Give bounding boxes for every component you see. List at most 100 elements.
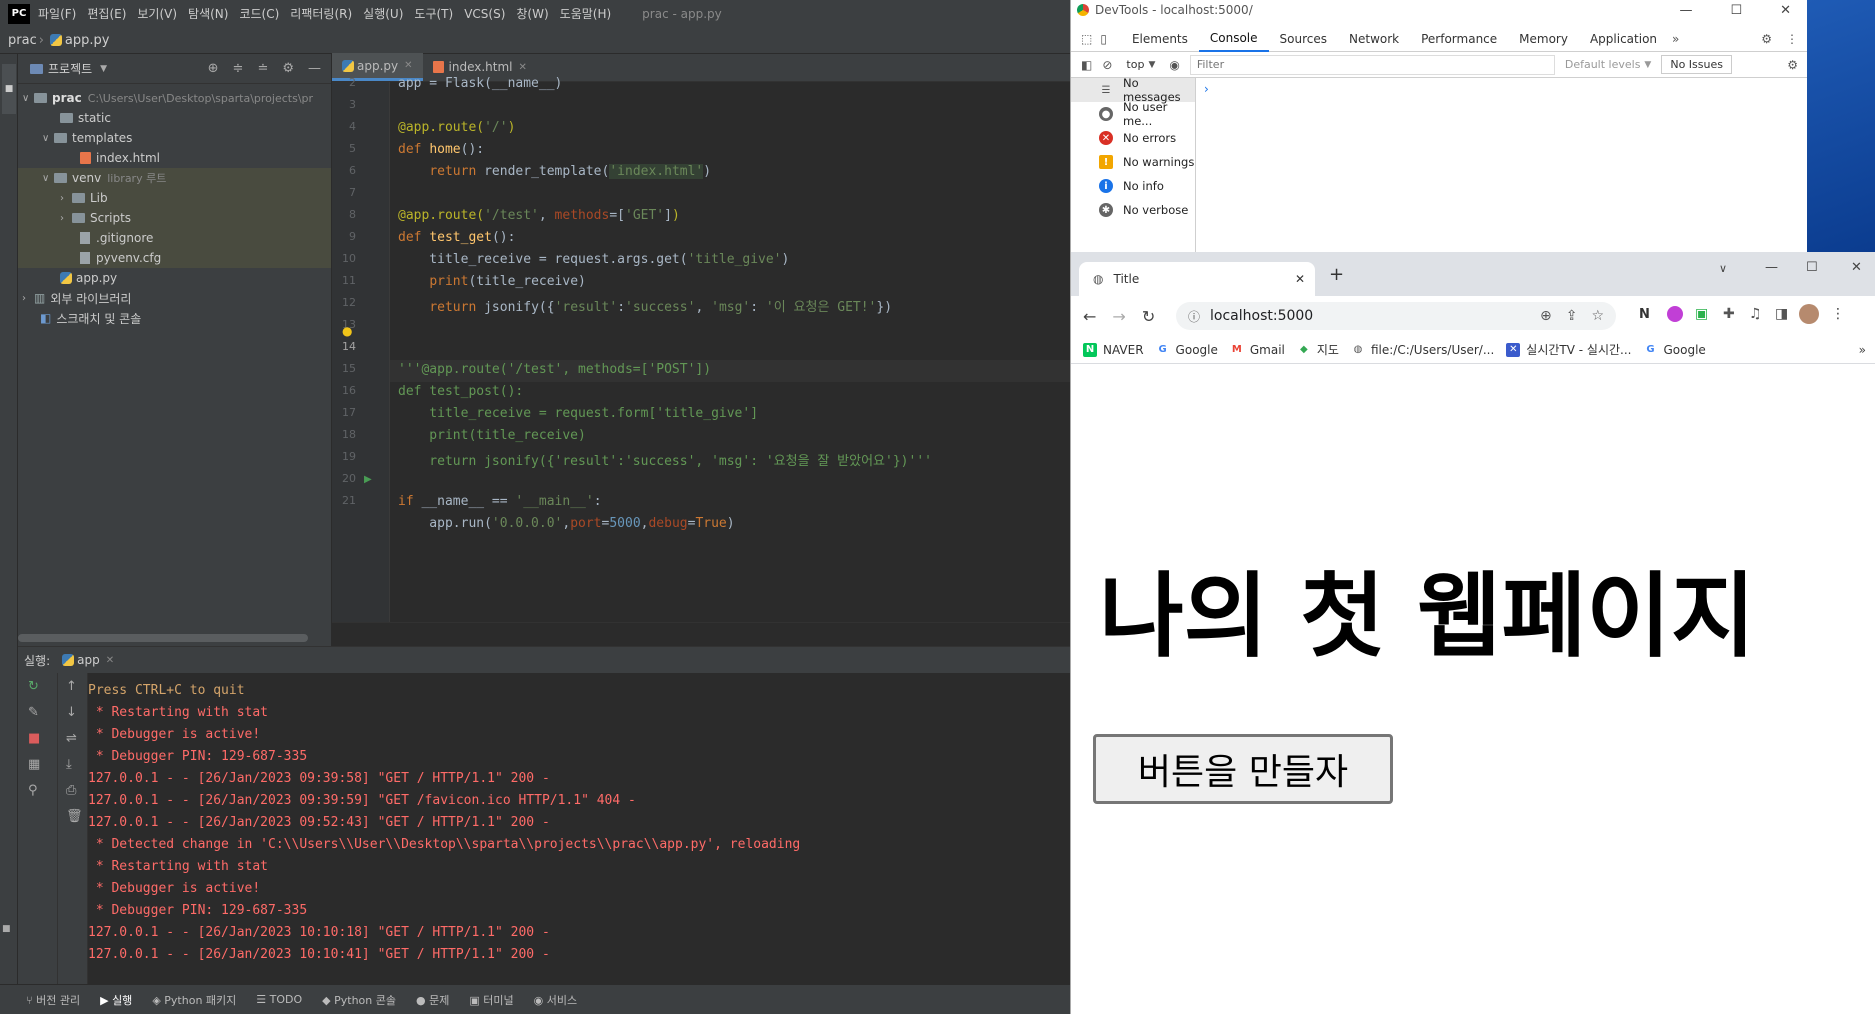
hide-icon[interactable]: — — [308, 61, 321, 76]
tab-elements[interactable]: Elements — [1121, 26, 1199, 52]
back-icon[interactable]: ← — [1083, 307, 1096, 326]
menu-vcs[interactable]: VCS(S) — [464, 7, 505, 21]
menu-tools[interactable]: 도구(T) — [414, 5, 453, 22]
chevron-down-icon[interactable]: ∨ — [1719, 262, 1727, 275]
extension-icon[interactable]: ▣ — [1695, 306, 1708, 322]
chevron-right-icon[interactable]: › — [60, 193, 72, 204]
browser-tab[interactable]: ◍ Title ✕ — [1079, 262, 1315, 296]
project-panel-title[interactable]: 프로젝트 — [48, 60, 92, 77]
todo-tool-button[interactable]: ☰ TODO — [256, 993, 302, 1006]
tree-item-static[interactable]: static — [18, 108, 331, 128]
menu-edit[interactable]: 편집(E) — [87, 5, 126, 22]
levels-select[interactable]: Default levels — [1565, 58, 1641, 71]
menu-run[interactable]: 실행(U) — [363, 5, 403, 22]
close-icon[interactable]: ✕ — [1780, 3, 1791, 18]
menu-file[interactable]: 파일(F) — [38, 5, 76, 22]
more-bookmarks-icon[interactable]: » — [1859, 343, 1866, 357]
extension-icon[interactable] — [1667, 306, 1683, 322]
tab-performance[interactable]: Performance — [1410, 26, 1508, 52]
device-toolbar-icon[interactable]: ▯ — [1100, 32, 1107, 46]
bookmark-file[interactable]: ◍ file:/C:/Users/User/... — [1350, 342, 1494, 357]
menu-help[interactable]: 도움말(H) — [560, 5, 612, 22]
share-icon[interactable]: ⇪ — [1566, 308, 1578, 324]
zoom-icon[interactable]: ⊕ — [1540, 308, 1552, 324]
minimize-icon[interactable]: — — [1765, 260, 1778, 275]
avatar[interactable] — [1799, 304, 1819, 324]
chevron-down-icon[interactable]: ▼ — [1148, 60, 1155, 70]
sidebar-item-errors[interactable]: ✕ No errors — [1071, 126, 1195, 150]
chevron-down-icon[interactable]: ∨ — [42, 173, 54, 184]
run-tool-button[interactable]: ▶ 실행 — [100, 992, 132, 1008]
maximize-icon[interactable]: ☐ — [1806, 260, 1818, 275]
kebab-menu-icon[interactable]: ⋮ — [1786, 32, 1798, 46]
run-config-tab[interactable]: app — [77, 653, 100, 667]
context-select[interactable]: top — [1126, 58, 1144, 71]
address-bar[interactable]: ⓘ localhost:5000 ⊕ ⇪ ☆ — [1176, 302, 1616, 330]
filter-input[interactable] — [1189, 54, 1555, 75]
media-icon[interactable]: ♫ — [1749, 306, 1762, 322]
bookmark-google-2[interactable]: G Google — [1643, 342, 1706, 357]
tree-item-templates[interactable]: ∨ templates — [18, 128, 331, 148]
python-console-tool-button[interactable]: ◆ Python 콘솔 — [322, 992, 396, 1008]
chevron-down-icon[interactable]: ▼ — [100, 64, 107, 74]
problems-tool-button[interactable]: ● 문제 — [416, 992, 449, 1008]
menu-refactor[interactable]: 리팩터링(R) — [290, 5, 352, 22]
vcs-tool-button[interactable]: ⑂ 버전 관리 — [26, 992, 80, 1008]
reload-icon[interactable]: ↻ — [1142, 307, 1155, 326]
bookmark-gmail[interactable]: M Gmail — [1229, 342, 1285, 357]
breadcrumb-project[interactable]: prac — [8, 33, 37, 48]
project-tool-button[interactable]: ■ — [2, 64, 16, 114]
inspect-icon[interactable]: ⬚ — [1081, 32, 1092, 46]
puzzle-icon[interactable]: ✚ — [1723, 306, 1735, 322]
bookmark-maps[interactable]: ◆ 지도 — [1296, 341, 1339, 358]
star-icon[interactable]: ☆ — [1591, 308, 1604, 324]
terminal-tool-button[interactable]: ▣ 터미널 — [469, 992, 513, 1008]
sidebar-item-verbose[interactable]: ✱ No verbose — [1071, 198, 1195, 222]
run-output[interactable]: Press CTRL+C to quit * Restarting with s… — [18, 673, 1070, 985]
bookmark-naver[interactable]: N NAVER — [1083, 342, 1144, 357]
sidebar-item-user-messages[interactable]: ● No user me... — [1071, 100, 1195, 128]
sidebar-toggle-icon[interactable]: ◧ — [1081, 58, 1092, 72]
maximize-icon[interactable]: ☐ — [1730, 3, 1742, 18]
tab-memory[interactable]: Memory — [1508, 26, 1579, 52]
close-icon[interactable]: ✕ — [519, 62, 527, 73]
extension-icon[interactable]: N — [1639, 307, 1650, 322]
new-tab-icon[interactable]: + — [1329, 264, 1344, 285]
more-tabs-icon[interactable]: » — [1672, 32, 1679, 46]
clear-console-icon[interactable]: ⊘ — [1102, 58, 1112, 72]
close-icon[interactable]: ✕ — [1295, 272, 1305, 286]
tree-item-gitignore[interactable]: .gitignore — [18, 228, 331, 248]
breadcrumb-file[interactable]: app.py — [65, 33, 110, 48]
services-tool-button[interactable]: ◉ 서비스 — [534, 992, 577, 1008]
close-icon[interactable]: ✕ — [1851, 260, 1862, 275]
tree-item-prac[interactable]: ∨ prac C:\Users\User\Desktop\sparta\proj… — [18, 88, 331, 108]
tab-network[interactable]: Network — [1338, 26, 1410, 52]
forward-icon[interactable]: → — [1112, 307, 1125, 326]
code-editor[interactable]: app.py ✕ index.html ✕ 2 3 4 5 6 7 8 9 10… — [332, 53, 1070, 646]
tab-console[interactable]: Console — [1198, 26, 1269, 52]
collapse-all-icon[interactable]: ≐ — [257, 61, 268, 76]
eye-icon[interactable]: ◉ — [1169, 58, 1179, 72]
sidebar-item-warnings[interactable]: ! No warnings — [1071, 150, 1195, 174]
gear-icon[interactable]: ⚙ — [1787, 58, 1798, 72]
page-button[interactable]: 버튼을 만들자 — [1093, 734, 1393, 804]
side-panel-icon[interactable]: ◨ — [1775, 306, 1788, 322]
tree-item-scratches[interactable]: ◧ 스크래치 및 콘솔 — [18, 308, 331, 328]
tree-item-lib[interactable]: › Lib — [18, 188, 331, 208]
close-icon[interactable]: ✕ — [404, 60, 412, 71]
tab-application[interactable]: Application — [1579, 26, 1668, 52]
menu-window[interactable]: 창(W) — [516, 5, 548, 22]
bookmark-google[interactable]: G Google — [1155, 342, 1218, 357]
sidebar-item-info[interactable]: i No info — [1071, 174, 1195, 198]
chevron-right-icon[interactable]: › — [22, 293, 34, 304]
close-icon[interactable]: ✕ — [106, 655, 114, 666]
info-icon[interactable]: ⓘ — [1188, 308, 1200, 325]
issues-button[interactable]: No Issues — [1661, 55, 1732, 74]
bookmark-live-tv[interactable]: ✕ 실시간TV - 실시간... — [1506, 341, 1631, 358]
sidebar-item-messages[interactable]: ☰ No messages — [1071, 76, 1195, 104]
kebab-menu-icon[interactable]: ⋮ — [1831, 306, 1845, 322]
minimize-icon[interactable]: — — [1679, 3, 1692, 18]
locate-icon[interactable]: ⊕ — [208, 61, 219, 76]
bookmarks-tool-button[interactable]: ■ — [2, 924, 16, 964]
gear-icon[interactable]: ⚙ — [282, 61, 294, 76]
